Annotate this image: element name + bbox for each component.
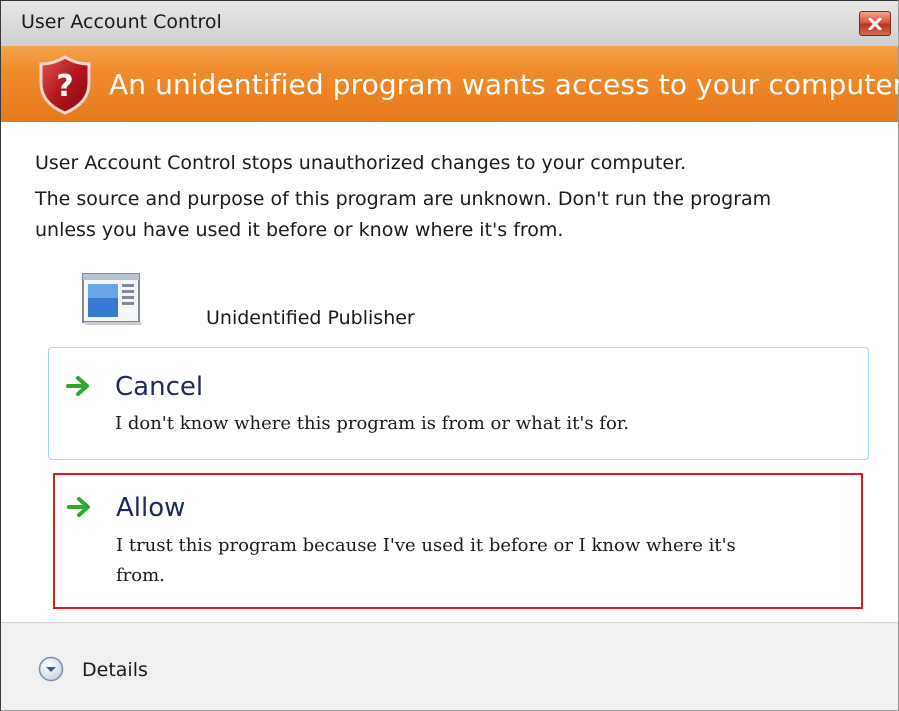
- message-line-1: User Account Control stops unauthorized …: [35, 152, 687, 174]
- message-line-2: The source and purpose of this program a…: [35, 188, 772, 210]
- publisher-name: Unidentified Publisher: [206, 307, 415, 329]
- cancel-description: I don't know where this program is from …: [115, 413, 630, 434]
- uac-dialog: User Account Control ? An unidentified p…: [0, 0, 899, 711]
- svg-text:?: ?: [56, 69, 73, 104]
- close-icon: [868, 17, 882, 30]
- details-label[interactable]: Details: [82, 659, 148, 681]
- arrow-right-icon: [66, 376, 89, 396]
- title-bar[interactable]: User Account Control: [1, 0, 898, 46]
- allow-option[interactable]: Allow I trust this program because I've …: [53, 473, 863, 609]
- cancel-option[interactable]: Cancel I don't know where this program i…: [48, 347, 869, 460]
- program-window-icon: [82, 273, 141, 325]
- warning-banner: ? An unidentified program wants access t…: [1, 46, 899, 122]
- allow-description-line-1: I trust this program because I've used i…: [116, 535, 736, 556]
- window-title: User Account Control: [21, 11, 222, 33]
- footer-bar: Details: [1, 622, 898, 710]
- message-line-3: unless you have used it before or know w…: [35, 219, 564, 241]
- allow-title: Allow: [116, 493, 186, 523]
- cancel-title: Cancel: [115, 372, 204, 402]
- banner-message: An unidentified program wants access to …: [109, 68, 899, 101]
- arrow-right-icon: [67, 497, 90, 517]
- chevron-down-icon[interactable]: [38, 656, 64, 682]
- close-button[interactable]: [859, 11, 891, 36]
- shield-question-icon: ?: [39, 55, 91, 115]
- allow-description-line-2: from.: [116, 565, 165, 586]
